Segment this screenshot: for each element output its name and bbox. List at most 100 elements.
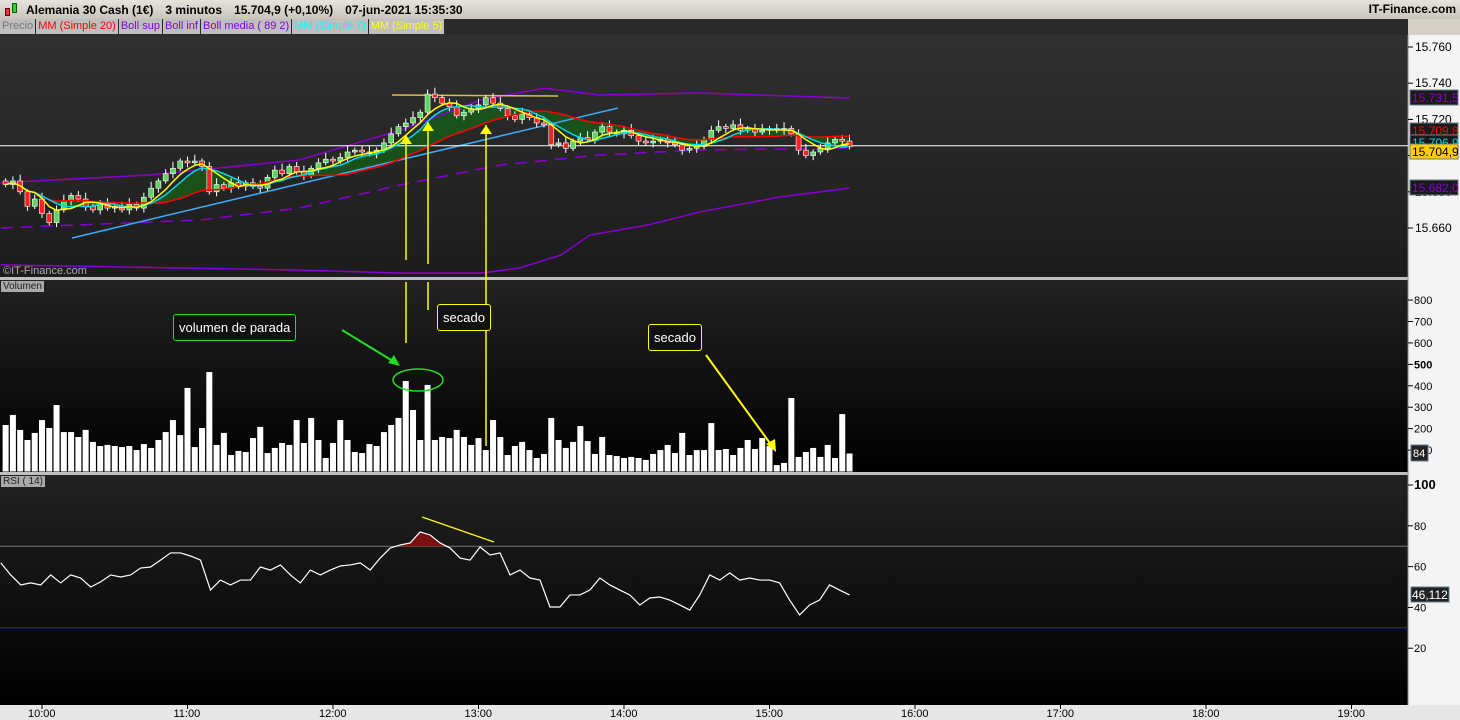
volume-bar: [846, 453, 853, 472]
volume-bar: [548, 417, 555, 472]
volume-bar: [817, 456, 824, 472]
volume-bar: [9, 414, 16, 472]
volume-bar: [555, 439, 562, 472]
volume-bar: [504, 454, 511, 472]
volume-bar: [606, 454, 613, 472]
volume-bar: [424, 384, 431, 472]
volume-bar: [271, 447, 278, 472]
volume-bar: [701, 450, 708, 472]
candle: [359, 149, 365, 153]
volume-bar: [220, 432, 227, 472]
volume-bar: [184, 387, 191, 472]
volume-bar: [388, 424, 395, 472]
volume-bar: [330, 442, 336, 472]
candle: [315, 162, 322, 169]
time-tick-label: 18:00: [1192, 708, 1220, 720]
volume-bar: [621, 457, 627, 472]
volume-bar: [293, 420, 300, 472]
volume-bar: [199, 427, 206, 472]
volume-bar: [599, 436, 606, 472]
candle: [75, 195, 82, 200]
volume-bar: [213, 444, 220, 472]
volume-bar: [308, 417, 315, 472]
candle: [541, 122, 547, 126]
candle: [570, 140, 576, 149]
volume-bar: [628, 456, 635, 472]
volume-bar: [31, 432, 38, 472]
annotation-dry-2[interactable]: secado: [648, 324, 702, 351]
candle: [162, 173, 169, 182]
volume-bar: [279, 442, 286, 472]
volume-bar: [257, 426, 264, 472]
last-price-value: 15.704,9: [1412, 145, 1459, 159]
volume-bar: [671, 453, 678, 472]
volume-bar: [380, 432, 387, 472]
volume-bar: [730, 454, 737, 472]
candle: [184, 160, 191, 164]
volume-bar: [788, 397, 795, 472]
candle: [424, 93, 431, 113]
volume-bar: [315, 439, 322, 472]
volume-bar: [17, 429, 24, 472]
volume-bar: [148, 447, 155, 472]
volume-bar: [417, 439, 424, 472]
time-tick-label: 13:00: [465, 708, 493, 720]
pane-divider: [0, 472, 1408, 475]
candle: [599, 126, 605, 133]
time-tick-label: 17:00: [1047, 708, 1075, 720]
candle: [490, 97, 496, 104]
candle: [839, 139, 846, 142]
volume-bar: [177, 435, 184, 472]
volume-tick-label: 400: [1414, 381, 1432, 393]
volume-bar: [104, 444, 111, 472]
candle: [53, 209, 60, 223]
price-tick-label: 15.660: [1415, 221, 1452, 235]
volume-bar: [53, 405, 60, 472]
volume-bar: [635, 457, 642, 472]
volume-bar: [169, 420, 176, 472]
candle: [330, 158, 336, 162]
candle: [257, 186, 264, 189]
volume-bar: [810, 447, 817, 472]
candle: [679, 144, 686, 151]
volume-bar: [722, 448, 729, 472]
volume-bar: [562, 447, 569, 472]
volume-bar: [490, 420, 497, 472]
volume-bar: [802, 451, 809, 472]
candle: [482, 97, 489, 106]
chart-canvas[interactable]: 15.76015.74015.72015.70015.68015.6608007…: [0, 0, 1460, 720]
boll-sup-value: 15.731,5: [1412, 91, 1459, 105]
volume-bar: [642, 459, 649, 472]
volume-tick-label: 700: [1414, 316, 1432, 328]
volume-bar: [191, 447, 198, 472]
volume-bar: [439, 436, 446, 472]
candle: [410, 117, 416, 124]
volume-tick-label: 600: [1414, 338, 1432, 350]
candle: [453, 106, 460, 117]
volume-bar: [97, 445, 104, 472]
volume-bar: [126, 445, 133, 472]
candle: [606, 126, 613, 133]
volume-bar: [2, 424, 9, 472]
candle: [286, 166, 293, 175]
volume-bar: [359, 453, 366, 472]
candle: [759, 129, 766, 133]
volume-bar: [351, 451, 358, 472]
volume-bar: [228, 454, 235, 472]
candle: [177, 160, 184, 169]
volume-bar: [68, 432, 75, 472]
candle: [148, 187, 154, 198]
candle: [635, 135, 642, 142]
candle: [715, 126, 722, 131]
annotation-dry-1[interactable]: secado: [437, 304, 491, 331]
volume-bar: [155, 439, 162, 472]
candle: [24, 191, 31, 207]
candle: [730, 124, 736, 129]
candle: [402, 122, 409, 127]
annotation-stop-volume[interactable]: volumen de parada: [173, 314, 297, 341]
volume-bar: [395, 417, 402, 472]
volume-bar: [24, 439, 31, 472]
volume-bar: [162, 432, 169, 472]
volume-bar: [344, 439, 351, 472]
candle: [97, 204, 103, 211]
